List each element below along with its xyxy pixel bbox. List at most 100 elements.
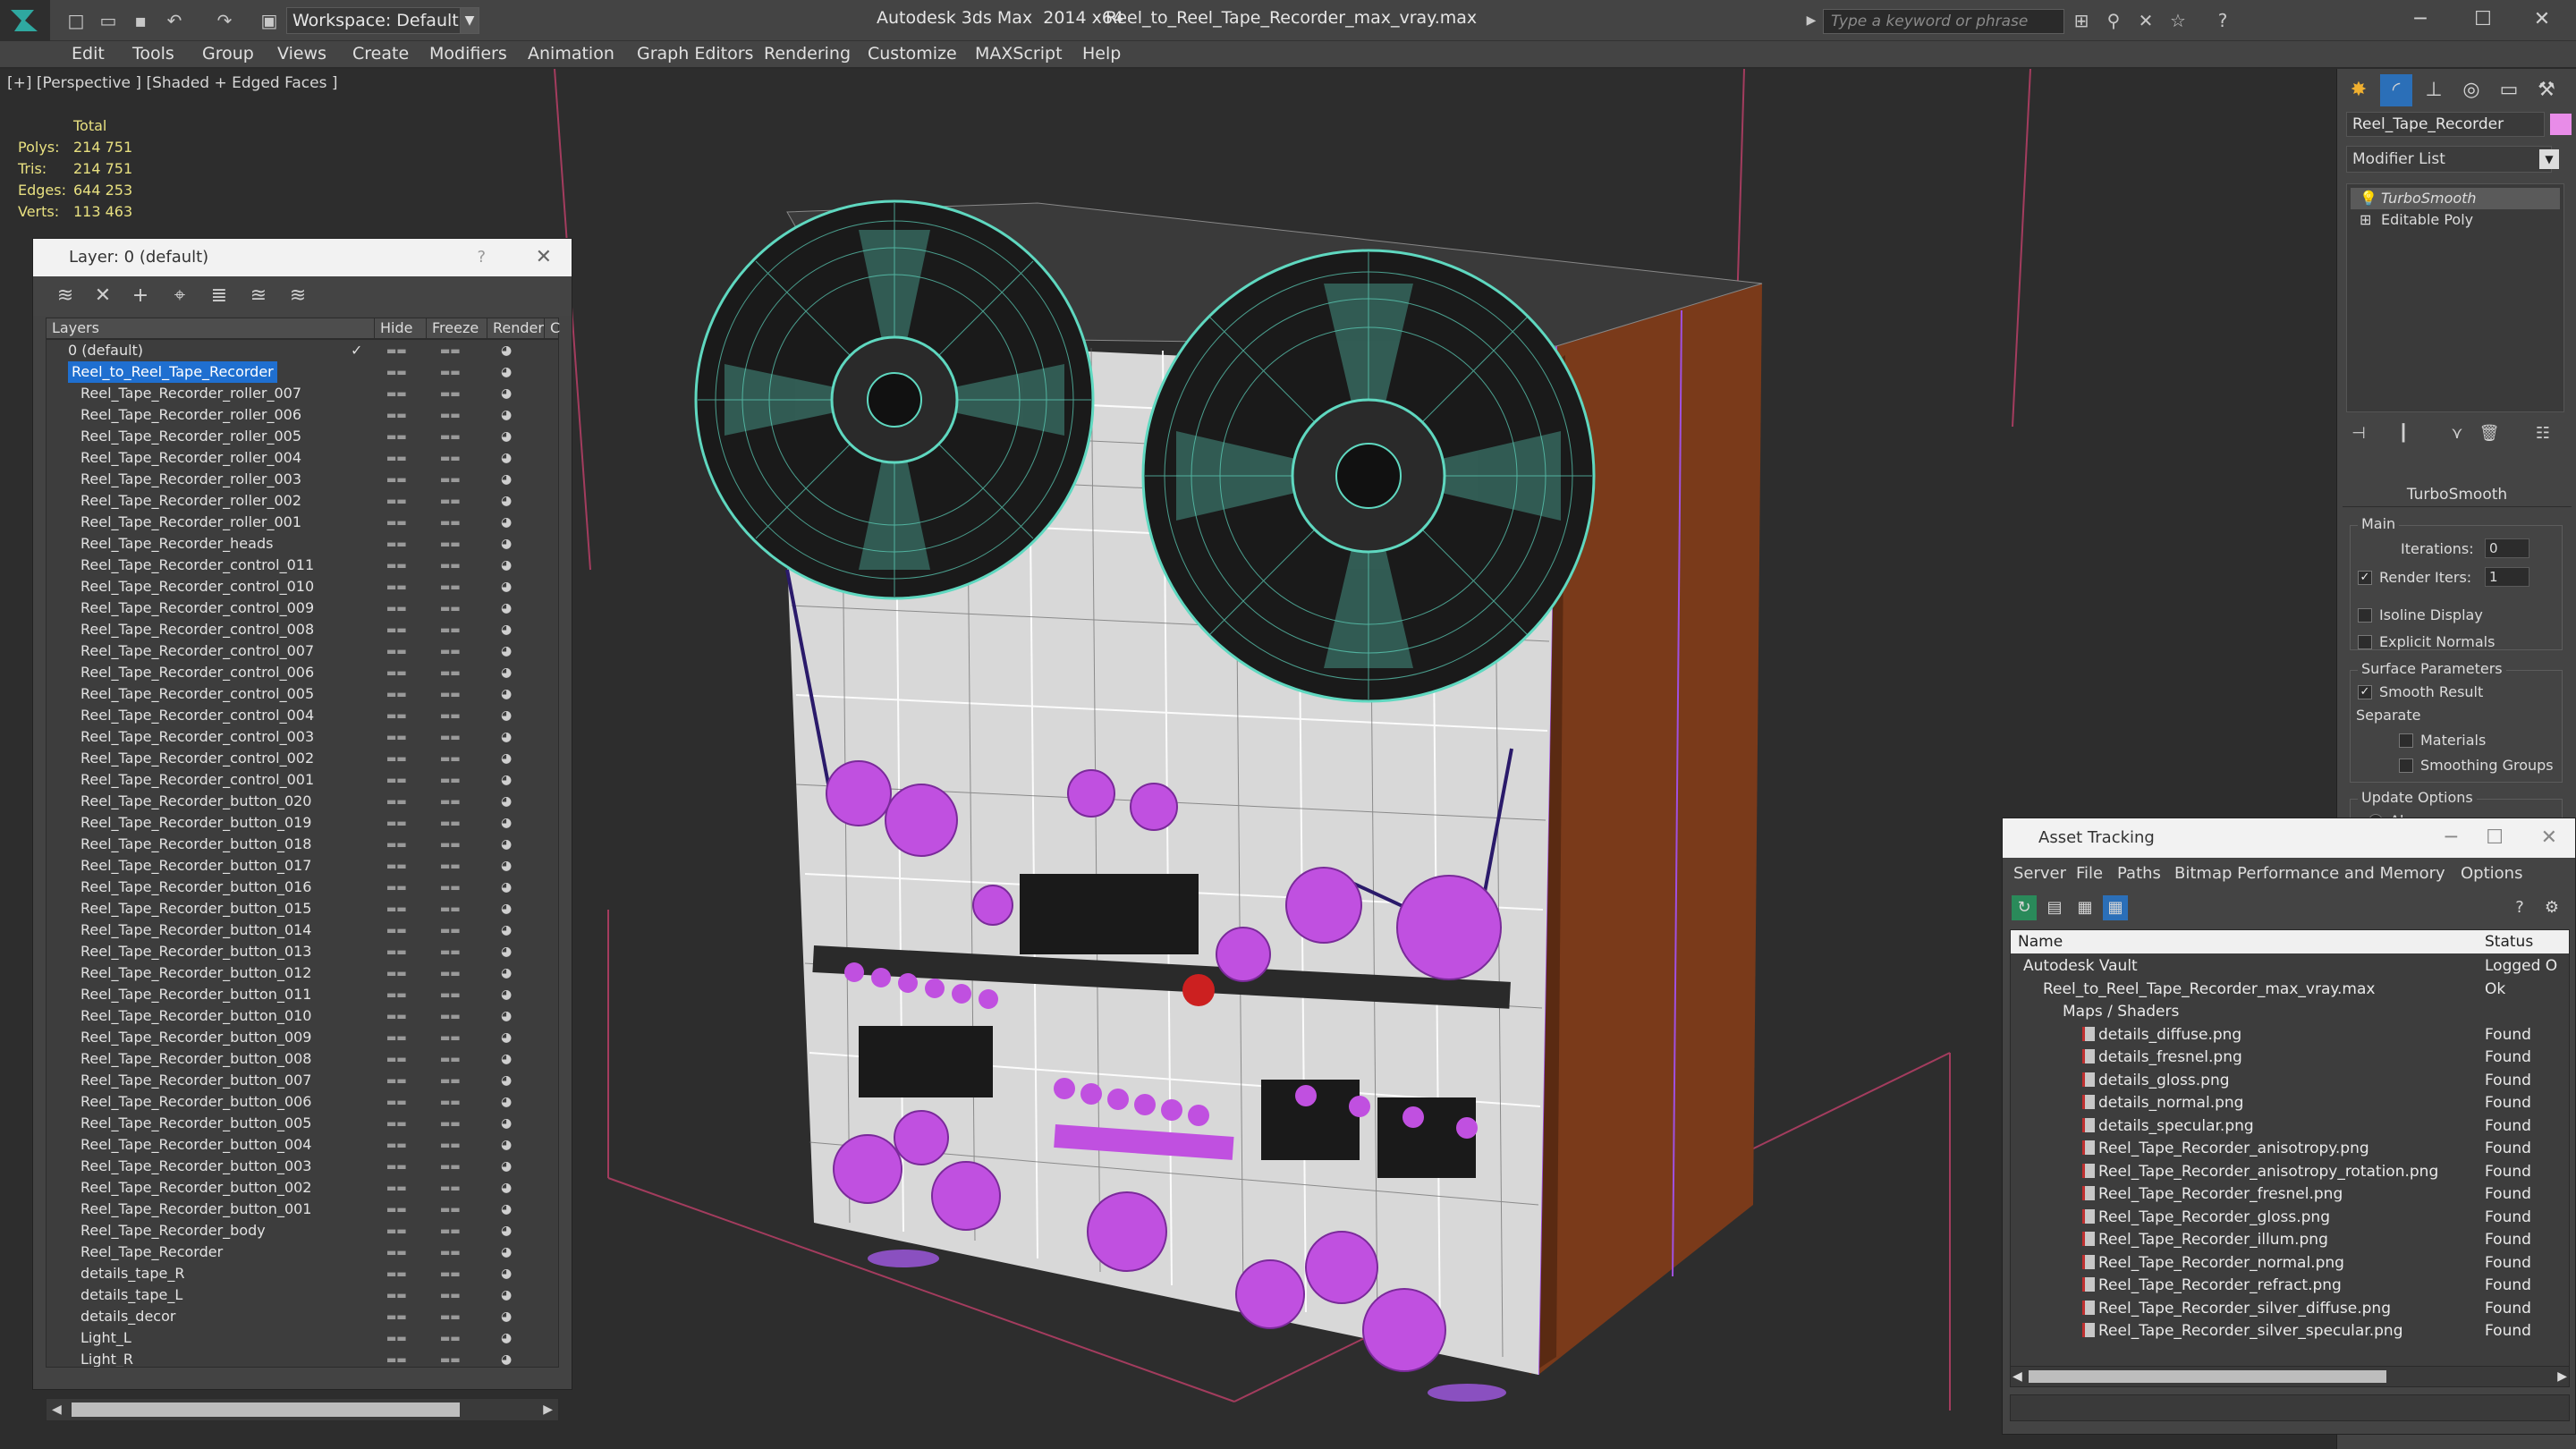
- remove-modifier-icon[interactable]: 🗑: [2477, 421, 2502, 446]
- menu-tools[interactable]: Tools: [132, 44, 174, 64]
- scrollbar-thumb[interactable]: [2029, 1370, 2386, 1383]
- render-toggle-icon[interactable]: ◕: [501, 533, 519, 555]
- hide-toggle-icon[interactable]: ▬▬: [386, 555, 407, 576]
- render-toggle-icon[interactable]: ◕: [501, 941, 519, 962]
- freeze-toggle-icon[interactable]: ▬▬: [440, 619, 461, 640]
- asset-row[interactable]: Reel_Tape_Recorder_gloss.png Found: [2011, 1207, 2569, 1229]
- layer-manager-titlebar[interactable]: Layer: 0 (default) ? ✕: [33, 239, 572, 276]
- isoline-display-checkbox[interactable]: [2358, 608, 2372, 623]
- layer-row[interactable]: Reel_Tape_Recorder_button_020 ▬▬ ▬▬ ◕: [47, 791, 558, 812]
- select-layer-icon[interactable]: ≣: [207, 284, 232, 309]
- hide-toggle-icon[interactable]: ▬▬: [386, 1177, 407, 1199]
- hide-toggle-icon[interactable]: ▬▬: [386, 683, 407, 705]
- hide-toggle-icon[interactable]: ▬▬: [386, 512, 407, 533]
- search-input[interactable]: Type a keyword or phrase: [1823, 9, 2064, 34]
- freeze-toggle-icon[interactable]: ▬▬: [440, 426, 461, 447]
- viewport-label[interactable]: [+] [Perspective ] [Shaded + Edged Faces…: [7, 74, 337, 92]
- hide-toggle-icon[interactable]: ▬▬: [386, 576, 407, 597]
- layer-row[interactable]: Reel_Tape_Recorder_button_017 ▬▬ ▬▬ ◕: [47, 855, 558, 877]
- undo-icon[interactable]: ↶: [161, 9, 188, 32]
- help-icon[interactable]: ?: [477, 239, 486, 276]
- layer-row[interactable]: Reel_Tape_Recorder_roller_005 ▬▬ ▬▬ ◕: [47, 426, 558, 447]
- freeze-toggle-icon[interactable]: ▬▬: [440, 1156, 461, 1177]
- asset-row[interactable]: Reel_to_Reel_Tape_Recorder_max_vray.max O…: [2011, 979, 2569, 1001]
- column-hide[interactable]: Hide: [374, 318, 412, 338]
- freeze-toggle-icon[interactable]: ▬▬: [440, 383, 461, 404]
- asset-row[interactable]: Reel_Tape_Recorder_fresnel.png Found: [2011, 1183, 2569, 1206]
- hide-toggle-icon[interactable]: ▬▬: [386, 533, 407, 555]
- hide-toggle-icon[interactable]: ▬▬: [386, 962, 407, 984]
- table-view-icon[interactable]: ▦: [2103, 895, 2128, 920]
- layer-row[interactable]: details_tape_L ▬▬ ▬▬ ◕: [47, 1284, 558, 1306]
- menu-modifiers[interactable]: Modifiers: [429, 44, 507, 64]
- smoothing-groups-checkbox[interactable]: [2399, 758, 2413, 773]
- menu-server[interactable]: Server: [2013, 858, 2066, 890]
- hide-toggle-icon[interactable]: ▬▬: [386, 1091, 407, 1113]
- render-toggle-icon[interactable]: ◕: [501, 855, 519, 877]
- asset-row[interactable]: Reel_Tape_Recorder_normal.png Found: [2011, 1252, 2569, 1275]
- freeze-toggle-icon[interactable]: ▬▬: [440, 877, 461, 898]
- layer-row[interactable]: Reel_Tape_Recorder_button_013 ▬▬ ▬▬ ◕: [47, 941, 558, 962]
- freeze-toggle-icon[interactable]: ▬▬: [440, 1048, 461, 1070]
- layer-row[interactable]: Reel_to_Reel_Tape_Recorder ▬▬ ▬▬ ◕: [47, 361, 558, 383]
- layer-row[interactable]: Reel_Tape_Recorder_control_004 ▬▬ ▬▬ ◕: [47, 705, 558, 726]
- hide-toggle-icon[interactable]: ▬▬: [386, 1156, 407, 1177]
- layer-row[interactable]: Reel_Tape_Recorder_button_007 ▬▬ ▬▬ ◕: [47, 1070, 558, 1091]
- render-iters-spinner[interactable]: 1: [2485, 567, 2529, 587]
- render-toggle-icon[interactable]: ◕: [501, 469, 519, 490]
- layer-row[interactable]: Reel_Tape_Recorder_control_003 ▬▬ ▬▬ ◕: [47, 726, 558, 748]
- layer-row[interactable]: Reel_Tape_Recorder_button_008 ▬▬ ▬▬ ◕: [47, 1048, 558, 1070]
- favorites-star-icon[interactable]: ☆: [2165, 9, 2191, 32]
- layer-row[interactable]: Reel_Tape_Recorder_control_006 ▬▬ ▬▬ ◕: [47, 662, 558, 683]
- render-toggle-icon[interactable]: ◕: [501, 919, 519, 941]
- asset-row[interactable]: details_specular.png Found: [2011, 1115, 2569, 1138]
- menu-edit[interactable]: Edit: [72, 44, 105, 64]
- column-layers[interactable]: Layers: [47, 318, 99, 338]
- hide-toggle-icon[interactable]: ▬▬: [386, 640, 407, 662]
- delete-layer-icon[interactable]: ✕: [90, 284, 115, 309]
- hide-toggle-icon[interactable]: ▬▬: [386, 705, 407, 726]
- stack-item-editable-poly[interactable]: ⊞ Editable Poly: [2351, 209, 2560, 231]
- render-toggle-icon[interactable]: ◕: [501, 1113, 519, 1134]
- search-expand-icon[interactable]: ▶: [1798, 9, 1825, 32]
- asset-row[interactable]: details_gloss.png Found: [2011, 1070, 2569, 1092]
- render-toggle-icon[interactable]: ◕: [501, 1306, 519, 1327]
- freeze-toggle-icon[interactable]: ▬▬: [440, 640, 461, 662]
- render-toggle-icon[interactable]: ◕: [501, 1220, 519, 1241]
- freeze-toggle-icon[interactable]: ▬▬: [440, 1306, 461, 1327]
- configure-modifier-sets-icon[interactable]: ☷: [2530, 421, 2555, 446]
- freeze-toggle-icon[interactable]: ▬▬: [440, 1005, 461, 1027]
- render-toggle-icon[interactable]: ◕: [501, 1177, 519, 1199]
- hide-toggle-icon[interactable]: ▬▬: [386, 1113, 407, 1134]
- hide-toggle-icon[interactable]: ▬▬: [386, 1327, 407, 1349]
- hide-toggle-icon[interactable]: ▬▬: [386, 748, 407, 769]
- render-toggle-icon[interactable]: ◕: [501, 748, 519, 769]
- layer-row[interactable]: Reel_Tape_Recorder_control_002 ▬▬ ▬▬ ◕: [47, 748, 558, 769]
- freeze-toggle-icon[interactable]: ▬▬: [440, 1220, 461, 1241]
- render-toggle-icon[interactable]: ◕: [501, 705, 519, 726]
- freeze-toggle-icon[interactable]: ▬▬: [440, 1027, 461, 1048]
- hide-toggle-icon[interactable]: ▬▬: [386, 1263, 407, 1284]
- subscription-icon[interactable]: ⚲: [2100, 9, 2127, 32]
- asset-row[interactable]: Reel_Tape_Recorder_refract.png Found: [2011, 1275, 2569, 1297]
- menu-animation[interactable]: Animation: [528, 44, 614, 64]
- refresh-icon[interactable]: ↻: [2012, 895, 2037, 920]
- scrollbar-thumb[interactable]: [72, 1402, 460, 1417]
- render-toggle-icon[interactable]: ◕: [501, 1091, 519, 1113]
- render-toggle-icon[interactable]: ◕: [501, 1005, 519, 1027]
- freeze-toggle-icon[interactable]: ▬▬: [440, 1241, 461, 1263]
- asset-row[interactable]: details_diffuse.png Found: [2011, 1024, 2569, 1046]
- expand-plus-icon[interactable]: ⊞: [2360, 209, 2371, 231]
- render-toggle-icon[interactable]: ◕: [501, 1241, 519, 1263]
- render-toggle-icon[interactable]: ◕: [501, 1027, 519, 1048]
- hide-toggle-icon[interactable]: ▬▬: [386, 1349, 407, 1367]
- freeze-toggle-icon[interactable]: ▬▬: [440, 533, 461, 555]
- freeze-toggle-icon[interactable]: ▬▬: [440, 919, 461, 941]
- freeze-toggle-icon[interactable]: ▬▬: [440, 769, 461, 791]
- modifier-list-dropdown[interactable]: Modifier List: [2346, 146, 2552, 173]
- render-toggle-icon[interactable]: ◕: [501, 662, 519, 683]
- iterations-spinner[interactable]: 0: [2485, 538, 2529, 558]
- freeze-toggle-icon[interactable]: ▬▬: [440, 1284, 461, 1306]
- hide-toggle-icon[interactable]: ▬▬: [386, 1220, 407, 1241]
- materials-checkbox[interactable]: [2399, 733, 2413, 748]
